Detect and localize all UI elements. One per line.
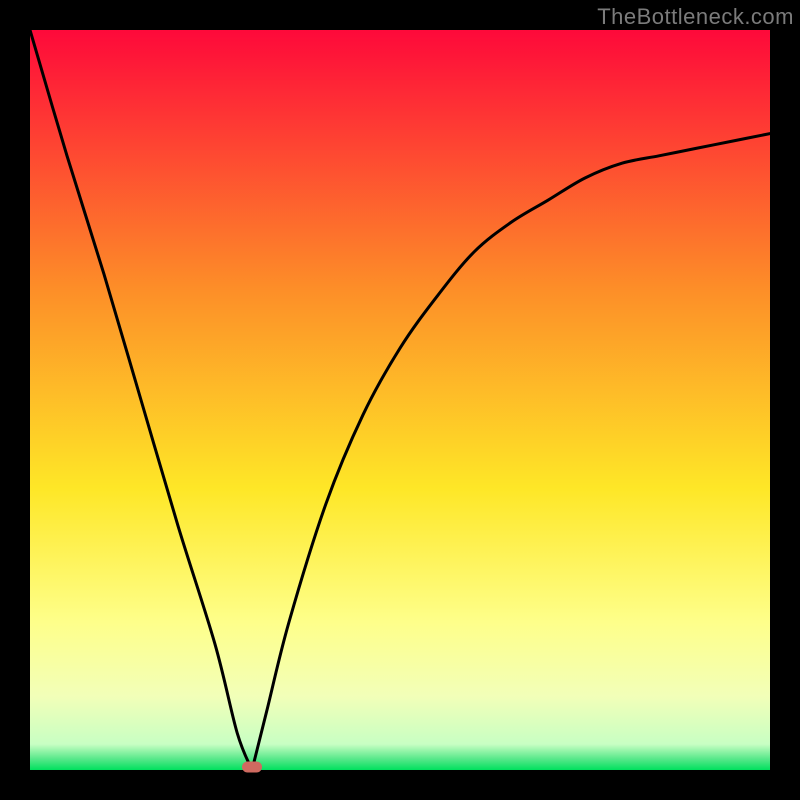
curve-right-branch (252, 134, 770, 770)
minimum-marker (242, 762, 262, 773)
chart-frame (30, 30, 770, 770)
bottleneck-curve (30, 30, 770, 770)
curve-left-branch (30, 30, 252, 770)
watermark-text: TheBottleneck.com (597, 4, 794, 30)
